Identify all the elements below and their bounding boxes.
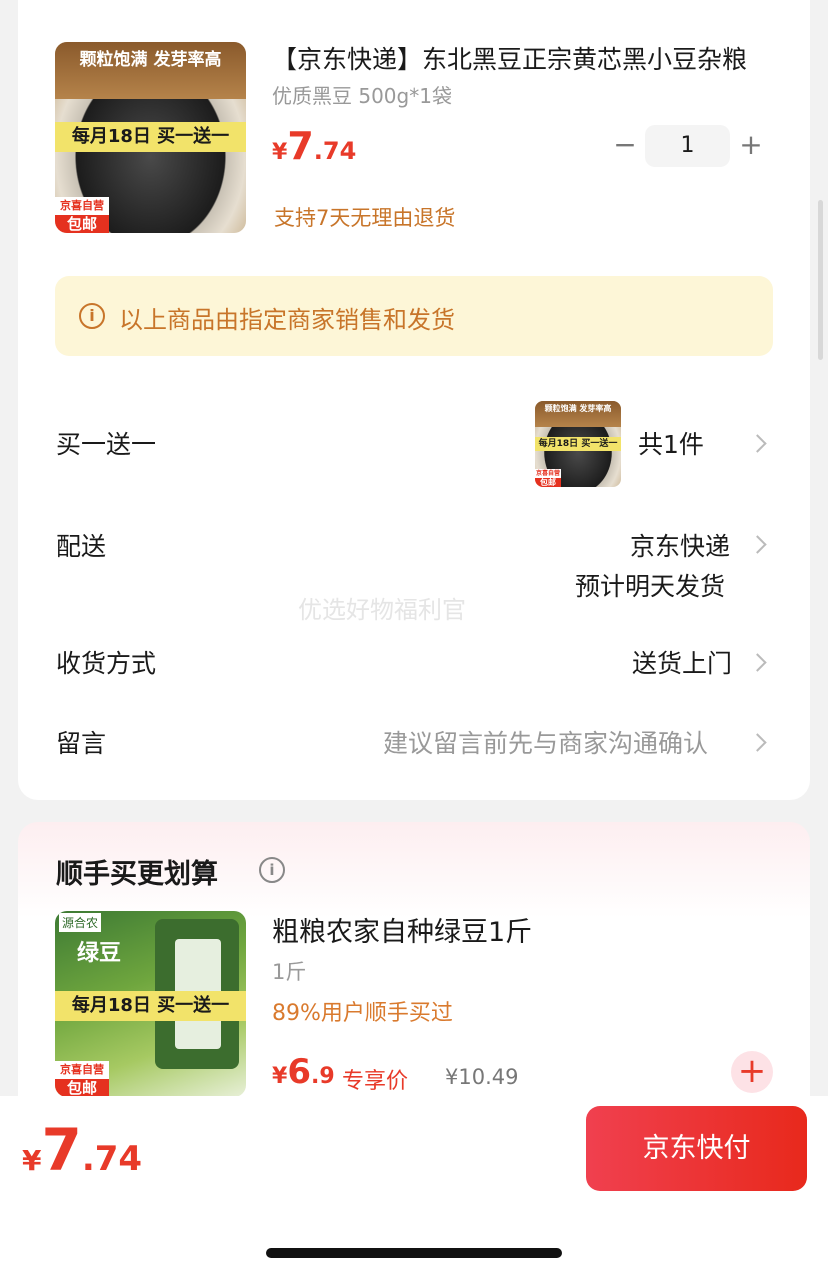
product-spec[interactable]: 优质黑豆 500g*1袋 bbox=[272, 80, 452, 109]
upsell-badge-bottom-text: 包邮 bbox=[66, 1079, 97, 1097]
upsell-product-image[interactable]: 源合农 绿豆 每月18日 买一送一 京喜自营 包邮 bbox=[55, 911, 246, 1097]
delivery-method[interactable]: 京东快递 bbox=[630, 527, 730, 563]
upsell-price-decimal: .9 bbox=[310, 1064, 335, 1089]
exclusive-price-label: 专享价 bbox=[342, 1069, 409, 1094]
return-policy: 支持7天无理由退货 bbox=[274, 206, 456, 230]
total-currency: ¥ bbox=[22, 1144, 42, 1177]
gift-image[interactable]: 颗粒饱满 发芽率高 每月18日 买一送一 京喜自营 包邮 bbox=[535, 401, 621, 487]
quantity-increase-button[interactable]: + bbox=[736, 130, 766, 160]
upsell-price-integer: 6 bbox=[287, 1052, 311, 1092]
upsell-image-badge: 京喜自营 包邮 bbox=[55, 1061, 109, 1097]
gift-image-badge: 京喜自营 包邮 bbox=[535, 469, 561, 487]
receive-method[interactable]: 送货上门 bbox=[632, 644, 732, 680]
product-price: ¥7.74 bbox=[272, 124, 356, 168]
receive-row-label: 收货方式 bbox=[56, 649, 157, 678]
gift-row-value[interactable]: 共1件 bbox=[638, 425, 704, 461]
price-currency: ¥ bbox=[272, 140, 288, 165]
quantity-decrease-button[interactable]: − bbox=[610, 130, 640, 160]
upsell-badge-top-text: 京喜自营 bbox=[55, 1061, 109, 1079]
price-integer: 7 bbox=[287, 124, 314, 168]
gift-image-promo: 每月18日 买一送一 bbox=[535, 437, 621, 451]
total-price: ¥7.74 bbox=[22, 1116, 142, 1184]
home-indicator-area bbox=[0, 1204, 828, 1276]
product-title[interactable]: 【京东快递】东北黑豆正宗黄芯黑小豆杂粮 bbox=[272, 40, 772, 76]
home-indicator[interactable] bbox=[266, 1248, 562, 1258]
gift-badge-top-text: 京喜自营 bbox=[535, 469, 561, 478]
message-input[interactable]: 建议留言前先与商家沟通确认 bbox=[383, 724, 708, 760]
price-decimal: .74 bbox=[313, 137, 357, 165]
info-icon[interactable]: i bbox=[259, 857, 285, 883]
product-image-badge: 京喜自营 包邮 bbox=[55, 197, 109, 233]
watermark-text: 优选好物福利官 bbox=[298, 596, 466, 624]
badge-top-text: 京喜自营 bbox=[55, 197, 109, 215]
original-price: ¥10.49 bbox=[445, 1065, 519, 1089]
upsell-price: ¥6.9 bbox=[272, 1052, 335, 1092]
upsell-image-brand: 源合农 bbox=[59, 913, 102, 932]
upsell-product-title[interactable]: 粗粮农家自种绿豆1斤 bbox=[272, 910, 532, 949]
delivery-row-label: 配送 bbox=[56, 532, 107, 561]
total-decimal: .74 bbox=[81, 1139, 143, 1179]
add-upsell-button[interactable]: + bbox=[731, 1051, 773, 1093]
delivery-estimate: 预计明天发货 bbox=[575, 572, 726, 601]
upsell-image-name: 绿豆 bbox=[77, 941, 122, 966]
upsell-title: 顺手买更划算 bbox=[56, 859, 218, 890]
quantity-input[interactable]: 1 bbox=[645, 125, 730, 167]
message-row-label: 留言 bbox=[56, 729, 107, 758]
gift-row-label: 买一送一 bbox=[56, 430, 157, 459]
gift-badge-bottom-text: 包邮 bbox=[540, 478, 556, 487]
scrollbar[interactable] bbox=[818, 200, 823, 360]
total-integer: 7 bbox=[41, 1116, 82, 1184]
pay-button[interactable]: 京东快付 bbox=[586, 1106, 807, 1191]
product-image-headline: 颗粒饱满 发芽率高 bbox=[79, 50, 222, 70]
seller-notice-text: 以上商品由指定商家销售和发货 bbox=[119, 306, 455, 334]
gift-image-headline: 颗粒饱满 发芽率高 bbox=[544, 404, 612, 413]
seller-notice: i 以上商品由指定商家销售和发货 bbox=[55, 276, 773, 356]
gift-image-banner: 颗粒饱满 发芽率高 bbox=[535, 401, 621, 427]
product-image-banner: 颗粒饱满 发芽率高 bbox=[55, 42, 246, 100]
upsell-social-proof: 89%用户顺手买过 bbox=[272, 1001, 453, 1026]
product-image-promo: 每月18日 买一送一 bbox=[55, 122, 246, 152]
upsell-price-currency: ¥ bbox=[272, 1064, 288, 1089]
info-icon: i bbox=[79, 303, 105, 329]
product-image[interactable]: 颗粒饱满 发芽率高 每月18日 买一送一 京喜自营 包邮 bbox=[55, 42, 246, 233]
upsell-product-spec: 1斤 bbox=[272, 960, 307, 984]
upsell-image-promo: 每月18日 买一送一 bbox=[55, 991, 246, 1021]
badge-bottom-text: 包邮 bbox=[66, 215, 97, 233]
